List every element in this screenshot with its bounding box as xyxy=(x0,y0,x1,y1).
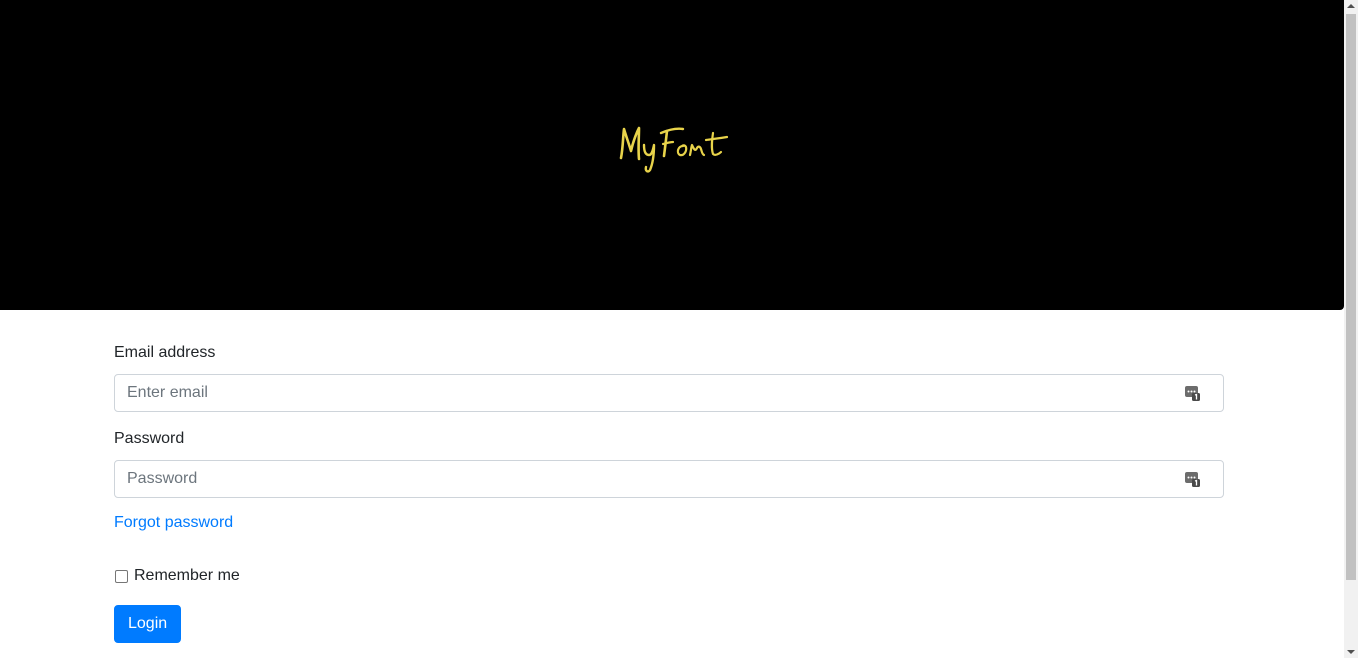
logo-script-graphic xyxy=(619,126,729,173)
remember-me-checkbox[interactable] xyxy=(115,569,128,583)
scroll-up-arrow-icon[interactable] xyxy=(1347,4,1355,8)
myfont-logo xyxy=(617,118,732,176)
remember-me-row: Remember me xyxy=(114,564,240,588)
remember-me-label[interactable]: Remember me xyxy=(134,564,240,588)
email-label: Email address xyxy=(114,344,216,361)
header-banner xyxy=(0,0,1344,310)
email-input[interactable] xyxy=(115,375,1175,411)
password-manager-icon[interactable] xyxy=(1184,385,1201,402)
forgot-password-link[interactable]: Forgot password xyxy=(114,511,233,535)
scroll-down-arrow-icon[interactable] xyxy=(1347,650,1355,654)
password-label: Password xyxy=(114,430,185,447)
email-field-wrapper xyxy=(114,374,1224,412)
login-page: Email address Password xyxy=(0,0,1358,658)
password-manager-icon[interactable] xyxy=(1184,471,1201,488)
password-input[interactable] xyxy=(115,461,1175,497)
vertical-scrollbar[interactable] xyxy=(1344,0,1358,658)
scrollbar-thumb[interactable] xyxy=(1346,14,1356,580)
login-button[interactable]: Login xyxy=(114,605,182,643)
password-field-wrapper xyxy=(114,460,1224,498)
